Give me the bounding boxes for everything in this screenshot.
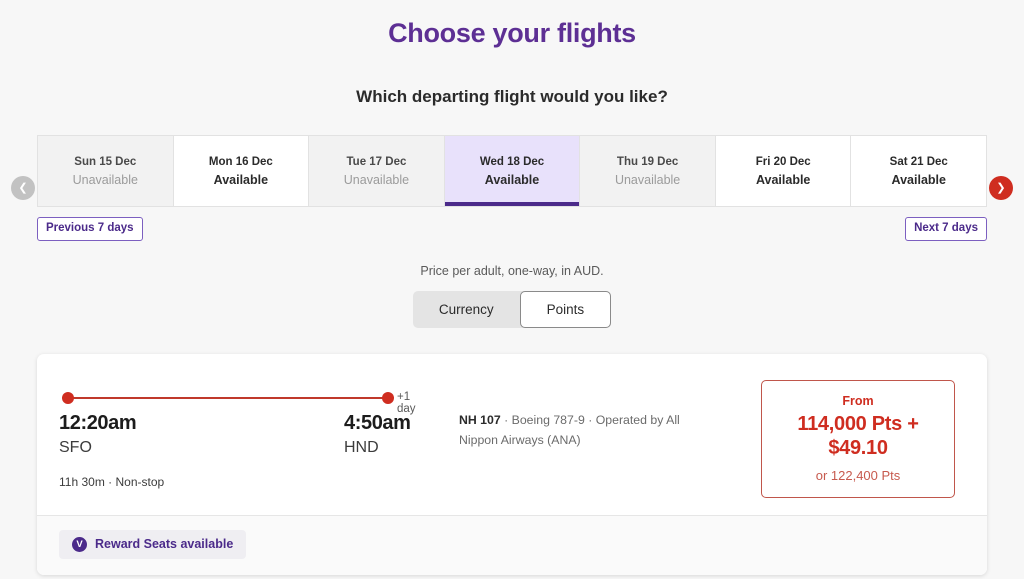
- price-alternative-points: or 122,400 Pts: [770, 468, 946, 483]
- arrival-time: 4:50am: [344, 412, 429, 435]
- previous-7-days-button[interactable]: Previous 7 days: [37, 217, 143, 241]
- flight-details: NH 107 · Boeing 787-9 · Operated by All …: [459, 386, 684, 451]
- date-tab-date: Sat 21 Dec: [890, 156, 948, 168]
- toggle-currency[interactable]: Currency: [413, 291, 520, 328]
- date-tab-date: Thu 19 Dec: [617, 156, 678, 168]
- flight-timeline: +1 day 12:20am SFO 4:50am HND 11h 30m · …: [59, 386, 429, 489]
- toggle-group: Currency Points: [413, 291, 611, 328]
- reward-seats-badge: V Reward Seats available: [59, 530, 246, 559]
- velocity-logo-icon: V: [72, 537, 87, 552]
- reward-seats-label: Reward Seats available: [95, 537, 233, 551]
- chevron-right-icon[interactable]: ❯: [989, 176, 1013, 200]
- week-navigation: Previous 7 days Next 7 days: [37, 217, 987, 241]
- date-tab-status: Unavailable: [615, 173, 680, 187]
- date-tab-sun-15-dec[interactable]: Sun 15 Dec Unavailable: [38, 136, 174, 206]
- departure-dot-icon: [62, 392, 74, 404]
- date-tabs: Sun 15 Dec Unavailable Mon 16 Dec Availa…: [37, 135, 987, 207]
- departure-time: 12:20am: [59, 412, 136, 435]
- date-tab-date: Tue 17 Dec: [347, 156, 407, 168]
- price-mode-toggle: Currency Points: [0, 291, 1024, 328]
- date-tab-status: Unavailable: [344, 173, 409, 187]
- date-tab-fri-20-dec[interactable]: Fri 20 Dec Available: [716, 136, 852, 206]
- page-title: Choose your flights: [0, 0, 1024, 49]
- date-tab-status: Unavailable: [73, 173, 138, 187]
- date-tab-date: Sun 15 Dec: [74, 156, 136, 168]
- toggle-points[interactable]: Points: [520, 291, 612, 328]
- date-tab-date: Mon 16 Dec: [209, 156, 273, 168]
- price-note: Price per adult, one-way, in AUD.: [0, 264, 1024, 278]
- timeline-line: [68, 397, 391, 399]
- arrival-block: 4:50am HND: [344, 412, 429, 457]
- date-tab-sat-21-dec[interactable]: Sat 21 Dec Available: [851, 136, 986, 206]
- chevron-left-icon[interactable]: ❮: [11, 176, 35, 200]
- date-tab-thu-19-dec[interactable]: Thu 19 Dec Unavailable: [580, 136, 716, 206]
- date-tab-status: Available: [892, 173, 946, 187]
- date-tab-tue-17-dec[interactable]: Tue 17 Dec Unavailable: [309, 136, 445, 206]
- arrival-dot-icon: [382, 392, 394, 404]
- flight-card-footer: V Reward Seats available: [37, 515, 987, 575]
- departure-airport-code: SFO: [59, 439, 136, 457]
- date-tab-date: Wed 18 Dec: [480, 156, 544, 168]
- price-points-and-cash: 114,000 Pts + $49.10: [770, 412, 946, 461]
- page-subtitle: Which departing flight would you like?: [0, 49, 1024, 107]
- timeline-endpoints: 12:20am SFO 4:50am HND: [59, 412, 429, 457]
- day-offset-label: +1 day: [397, 391, 429, 415]
- price-from-label: From: [770, 394, 946, 408]
- flight-result-card[interactable]: +1 day 12:20am SFO 4:50am HND 11h 30m · …: [37, 354, 987, 575]
- date-selector: ❮ ❯ Sun 15 Dec Unavailable Mon 16 Dec Av…: [0, 135, 1024, 241]
- date-tab-status: Available: [485, 173, 539, 187]
- next-7-days-button[interactable]: Next 7 days: [905, 217, 987, 241]
- duration-and-stops: 11h 30m · Non-stop: [59, 475, 429, 489]
- date-tab-mon-16-dec[interactable]: Mon 16 Dec Available: [174, 136, 310, 206]
- price-box[interactable]: From 114,000 Pts + $49.10 or 122,400 Pts: [761, 380, 955, 498]
- flight-number: NH 107: [459, 413, 501, 427]
- departure-block: 12:20am SFO: [59, 412, 136, 457]
- flight-card-body: +1 day 12:20am SFO 4:50am HND 11h 30m · …: [37, 354, 987, 515]
- flight-selection-page: Choose your flights Which departing flig…: [0, 0, 1024, 579]
- date-tab-date: Fri 20 Dec: [756, 156, 811, 168]
- date-tab-status: Available: [756, 173, 810, 187]
- date-tab-status: Available: [214, 173, 268, 187]
- date-tab-wed-18-dec[interactable]: Wed 18 Dec Available: [445, 136, 581, 206]
- arrival-airport-code: HND: [344, 439, 429, 457]
